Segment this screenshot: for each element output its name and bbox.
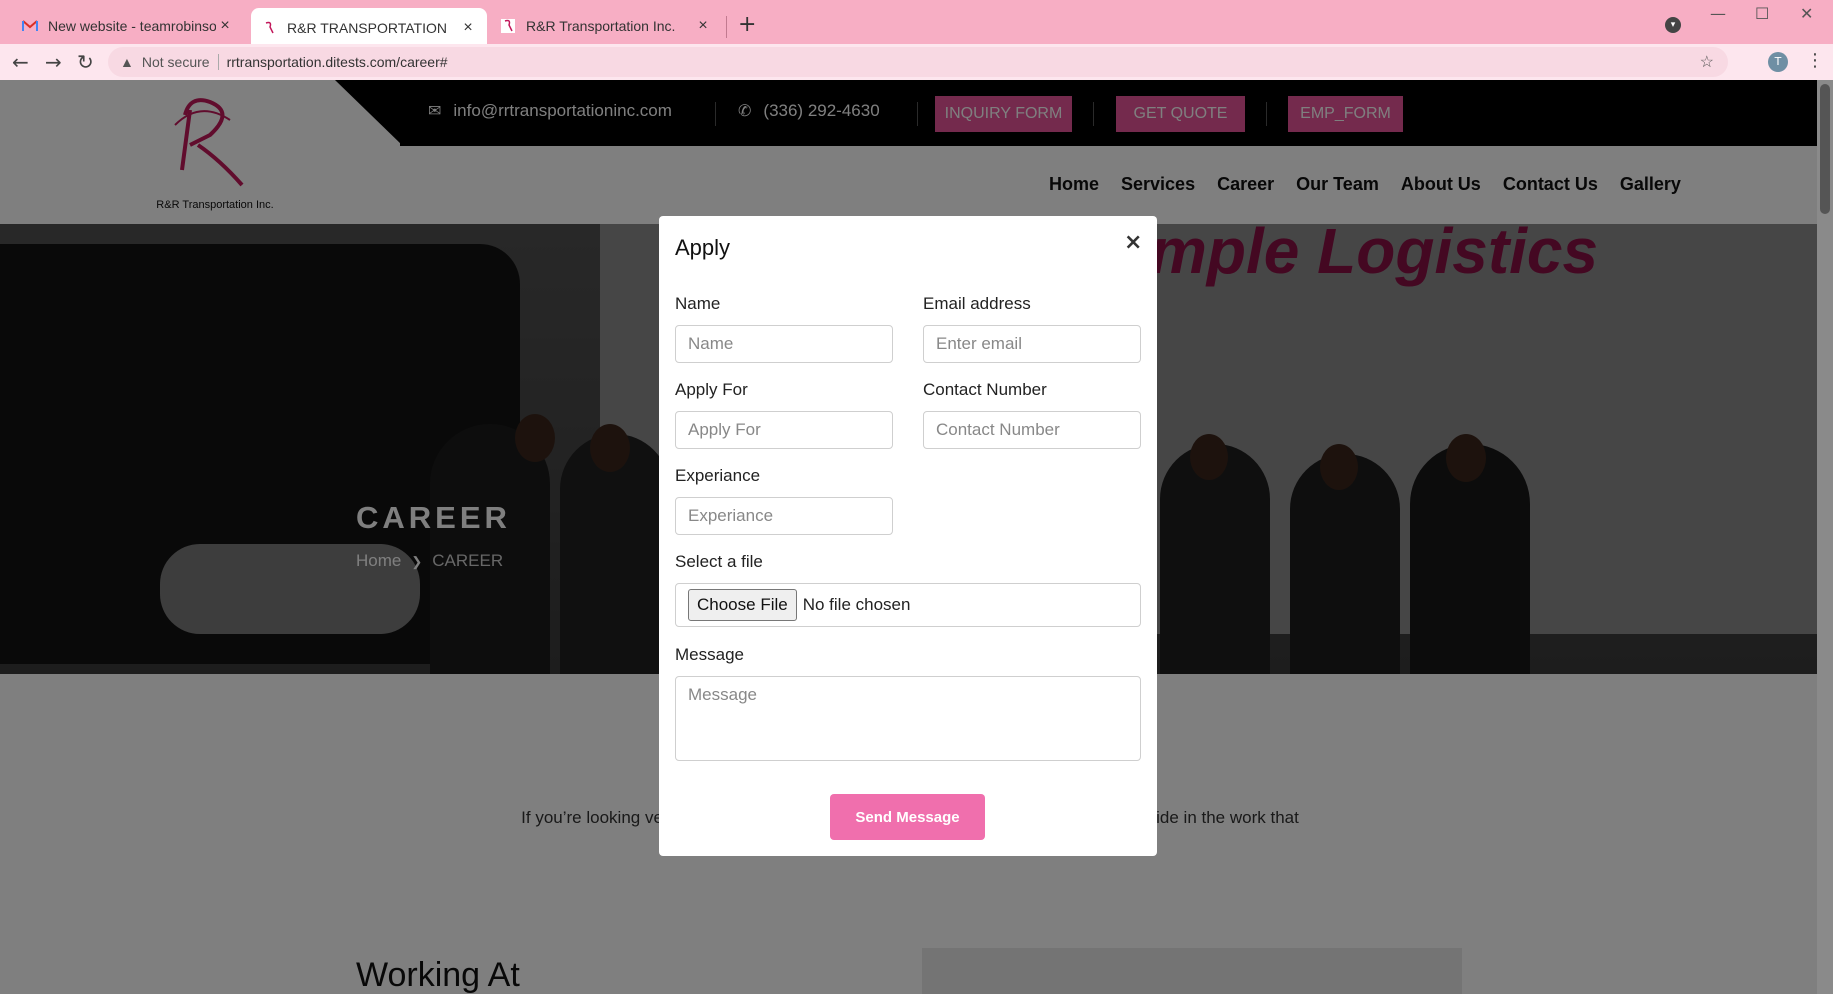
file-label: Select a file	[675, 552, 763, 571]
message-label: Message	[675, 645, 744, 664]
minimize-icon[interactable]: —	[1710, 4, 1726, 23]
apply-for-label: Apply For	[675, 380, 748, 399]
close-tab-icon[interactable]: ×	[459, 19, 477, 37]
tab-separator	[726, 16, 727, 38]
close-tab-icon[interactable]: ×	[694, 17, 712, 35]
email-label: Email address	[923, 294, 1031, 313]
experience-label: Experiance	[675, 466, 761, 485]
tab-search-icon[interactable]: ▾	[1665, 17, 1681, 33]
browser-tabstrip: New website - teamrobinson99@ × R&R TRAN…	[0, 0, 1833, 48]
apply-for-input[interactable]	[675, 411, 893, 449]
gmail-icon	[22, 18, 38, 34]
browser-tab[interactable]: R&R Transportation Inc. ×	[490, 8, 722, 44]
contact-number-input[interactable]	[923, 411, 1141, 449]
divider	[217, 54, 219, 70]
browser-tab[interactable]: New website - teamrobinson99@ ×	[12, 8, 244, 44]
site-icon	[500, 18, 516, 34]
forward-icon[interactable]: →	[45, 50, 62, 74]
name-input[interactable]	[675, 325, 893, 363]
address-bar[interactable]: ▲ Not secure rrtransportation.ditests.co…	[108, 47, 1728, 77]
apply-modal: Apply × Name Email address Apply For Con…	[659, 216, 1157, 856]
reload-icon[interactable]: ↻	[77, 50, 94, 74]
profile-avatar[interactable]: T	[1768, 52, 1788, 72]
scrollbar-thumb[interactable]	[1820, 84, 1830, 214]
site-icon	[261, 20, 277, 36]
file-picker[interactable]: Choose File No file chosen	[675, 583, 1141, 627]
contact-number-label: Contact Number	[923, 380, 1047, 399]
back-icon[interactable]: ←	[12, 50, 29, 74]
email-input[interactable]	[923, 325, 1141, 363]
send-message-button[interactable]: Send Message	[830, 794, 985, 840]
new-tab-icon[interactable]: +	[738, 12, 756, 37]
tab-title: New website - teamrobinson99@	[48, 18, 216, 34]
experience-input[interactable]	[675, 497, 893, 535]
message-textarea[interactable]	[675, 676, 1141, 761]
choose-file-button[interactable]: Choose File	[688, 589, 797, 621]
scrollbar[interactable]	[1817, 80, 1833, 994]
browser-toolbar: ← → ↻ ▲ Not secure rrtransportation.dite…	[0, 44, 1833, 81]
name-label: Name	[675, 294, 721, 313]
close-tab-icon[interactable]: ×	[216, 17, 234, 35]
tab-title: R&R TRANSPORTATION	[287, 20, 447, 36]
bookmark-star-icon[interactable]: ☆	[1700, 52, 1714, 72]
browser-tab-active[interactable]: R&R TRANSPORTATION ×	[251, 8, 487, 48]
modal-title: Apply	[675, 235, 731, 260]
close-icon[interactable]: ×	[1124, 230, 1142, 255]
url-text: rrtransportation.ditests.com/career#	[226, 54, 448, 70]
warning-icon: ▲	[120, 54, 134, 70]
browser-menu-icon[interactable]: ⋮	[1806, 50, 1824, 71]
file-status: No file chosen	[802, 595, 911, 614]
maximize-icon[interactable]: ☐	[1755, 4, 1769, 23]
close-window-icon[interactable]: ✕	[1800, 4, 1813, 23]
tab-title: R&R Transportation Inc.	[526, 18, 676, 34]
security-label: Not secure	[141, 54, 210, 70]
